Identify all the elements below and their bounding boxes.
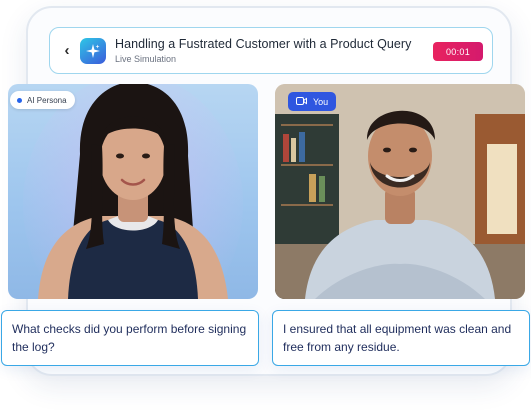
user-caption: I ensured that all equipment was clean a…: [272, 310, 530, 366]
ai-persona-label: AI Persona: [27, 95, 67, 105]
page-subtitle: Live Simulation: [115, 54, 177, 64]
ai-persona-video: [8, 84, 258, 299]
chevron-left-icon[interactable]: ‹: [56, 42, 78, 59]
user-tag-label: You: [313, 96, 329, 107]
header-titles: Handling a Fustrated Customer with a Pro…: [115, 37, 411, 64]
timer-badge: 00:01: [433, 42, 483, 61]
user-avatar: [275, 84, 525, 299]
status-dot-icon: [17, 97, 22, 103]
simulation-header: ‹ Handling a Fustrated Customer with a P…: [49, 27, 493, 74]
user-video: [275, 84, 525, 299]
page-title: Handling a Fustrated Customer with a Pro…: [115, 37, 412, 51]
video-camera-icon: [296, 96, 307, 107]
user-tag: You: [288, 92, 337, 111]
simulation-screen: ‹ Handling a Fustrated Customer with a P…: [0, 0, 531, 418]
ai-persona-tag: AI Persona: [10, 91, 75, 109]
sparkle-icon: [80, 37, 106, 64]
ai-persona-caption: What checks did you perform before signi…: [1, 310, 259, 366]
ai-persona-avatar: [23, 84, 243, 299]
